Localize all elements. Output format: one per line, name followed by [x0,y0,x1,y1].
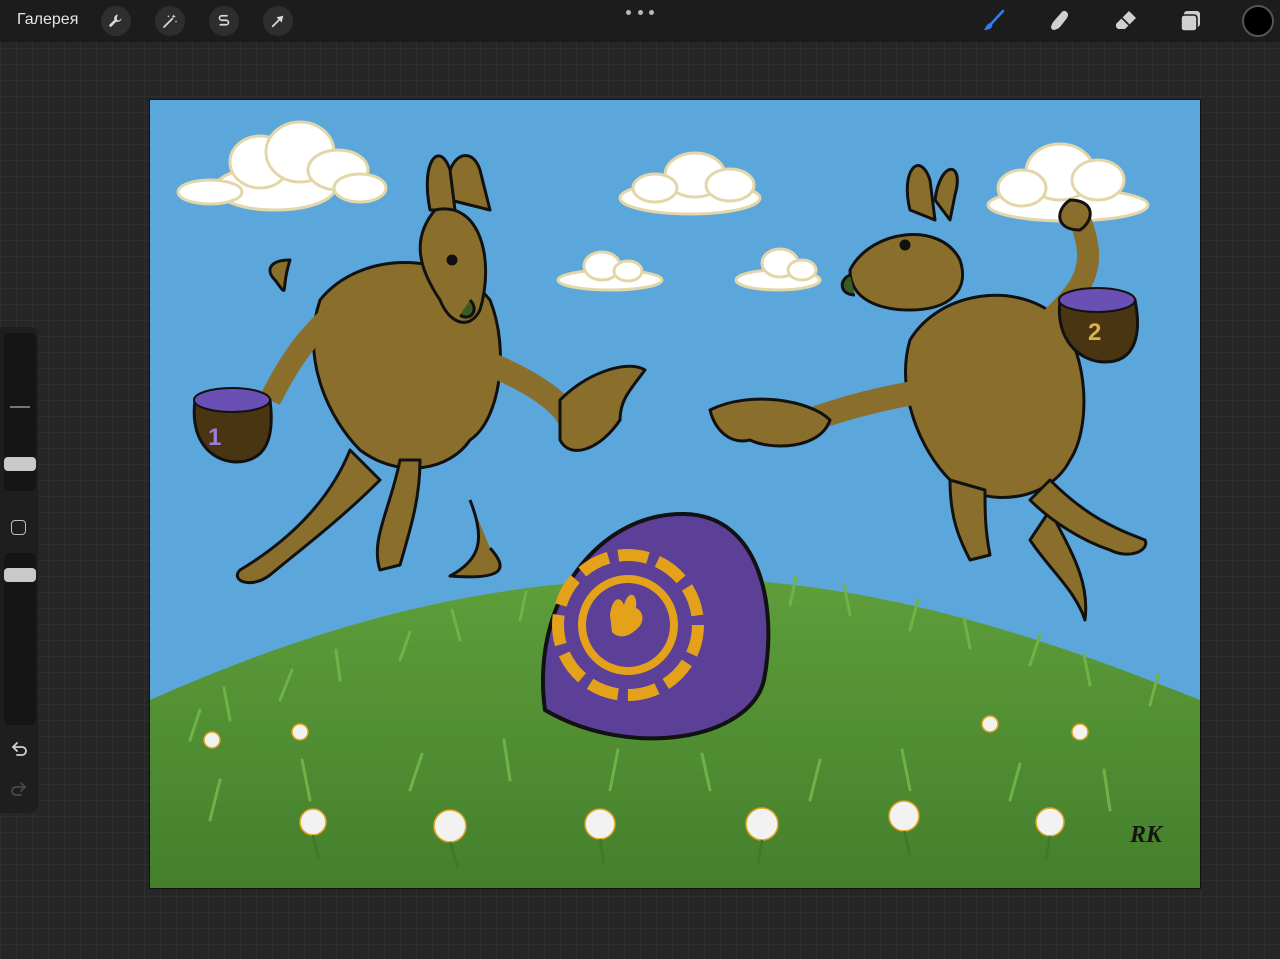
square-modify-icon[interactable] [11,520,26,535]
color-picker-button[interactable] [1242,5,1274,37]
eraser-icon[interactable] [1111,6,1141,36]
size-slider-tick [10,406,30,408]
basket-number-left: 1 [208,424,221,451]
opacity-slider-handle[interactable] [4,568,36,582]
smudge-finger-icon[interactable] [1045,6,1075,36]
magic-wand-icon[interactable] [155,6,185,36]
undo-arrow-icon[interactable] [8,738,30,760]
ellipsis-icon[interactable] [626,6,654,18]
selection-s-icon[interactable] [209,6,239,36]
left-sidebar [0,327,38,813]
basket-number-right: 2 [1088,319,1101,346]
arrow-cursor-icon[interactable] [263,6,293,36]
artwork-kangaroos-easter: 1 2 [150,100,1200,888]
layers-icon[interactable] [1176,6,1206,36]
wrench-icon[interactable] [101,6,131,36]
redo-arrow-icon[interactable] [8,778,30,800]
top-toolbar: Галерея [0,0,1280,42]
brush-icon[interactable] [979,6,1009,36]
artist-signature: RK [1130,822,1163,848]
drawing-canvas[interactable]: 1 2 RK [150,100,1200,888]
gallery-button[interactable]: Галерея [17,11,78,29]
size-slider-handle[interactable] [4,457,36,471]
